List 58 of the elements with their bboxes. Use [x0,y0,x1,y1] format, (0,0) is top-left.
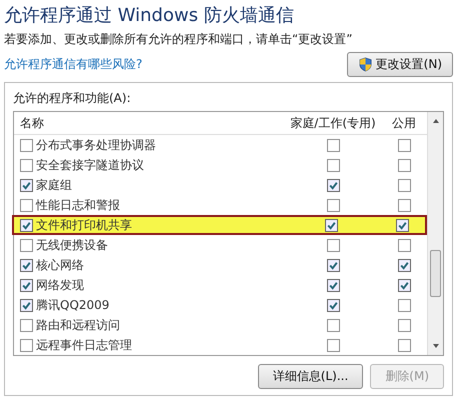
checkbox[interactable] [20,198,33,212]
page-title: 允许程序通过 Windows 防火墙通信 [4,4,295,28]
checkbox[interactable] [20,158,33,172]
checkbox[interactable] [20,338,33,352]
scroll-up-icon[interactable] [432,118,440,124]
checkbox[interactable] [20,258,33,272]
shield-icon [358,57,373,72]
checkbox[interactable] [398,298,410,312]
change-settings-button[interactable]: 更改设置(N) [346,52,453,77]
dialog-button[interactable]: 详细信息(L)... [258,364,364,389]
checkbox[interactable] [20,238,33,252]
program-name: 路由和远程访问 [36,316,120,334]
scrollbar[interactable] [427,112,443,355]
checkbox[interactable] [326,258,340,272]
checkbox[interactable] [326,298,340,312]
program-name: 网络发现 [36,276,84,294]
program-name: 腾讯QQ2009 [36,296,110,314]
scroll-down-icon[interactable] [432,343,440,349]
checkbox[interactable] [326,238,340,252]
column-header[interactable]: 家庭/工作(专用) [285,114,381,132]
column-header[interactable]: 名称 [14,114,285,132]
group-label: 允许的程序和功能(A): [13,90,132,107]
checkbox[interactable] [324,218,338,232]
checkbox[interactable] [398,318,410,332]
checkbox[interactable] [20,298,33,312]
column-header[interactable]: 公用 [381,114,427,132]
checkbox[interactable] [398,178,410,192]
checkbox[interactable] [20,218,33,232]
program-name: 分布式事务处理协调器 [36,136,156,154]
program-name: 安全套接字隧道协议 [36,156,144,174]
checkbox[interactable] [20,318,33,332]
scroll-thumb[interactable] [430,250,441,297]
checkbox[interactable] [20,178,33,192]
checkbox[interactable] [326,158,340,172]
checkbox[interactable] [398,158,410,172]
checkbox[interactable] [398,278,410,292]
checkbox[interactable] [326,318,340,332]
checkbox[interactable] [396,218,408,232]
checkbox[interactable] [398,138,410,152]
risk-link[interactable]: 允许程序通信有哪些风险? [4,56,142,73]
checkbox[interactable] [20,138,33,152]
program-name: 无线便携设备 [36,236,108,254]
checkbox[interactable] [326,198,340,212]
checkbox[interactable] [398,258,410,272]
checkbox[interactable] [326,138,340,152]
program-name: 远程事件日志管理 [36,336,132,354]
checkbox[interactable] [398,338,410,352]
checkbox[interactable] [326,178,340,192]
checkbox[interactable] [20,278,33,292]
program-name: 性能日志和警报 [36,196,120,214]
instruction-text: 若要添加、更改或删除所有允许的程序和端口，请单击“更改设置” [4,31,354,48]
checkbox[interactable] [326,338,340,352]
program-name: 核心网络 [36,256,84,274]
checkbox[interactable] [326,278,340,292]
program-name: 家庭组 [36,176,72,194]
checkbox[interactable] [398,238,410,252]
checkbox[interactable] [398,198,410,212]
program-name: 文件和打印机共享 [36,216,132,234]
